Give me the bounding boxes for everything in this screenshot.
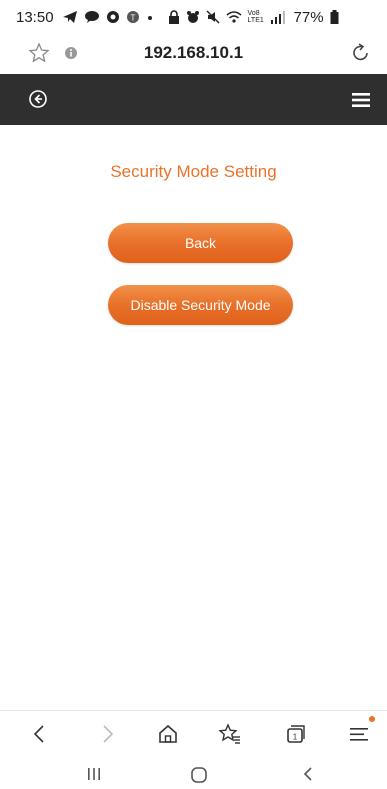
signal-icon <box>270 10 286 24</box>
android-home-icon[interactable] <box>190 766 208 789</box>
status-time: 13:50 <box>16 8 54 26</box>
menu-icon[interactable] <box>348 723 370 750</box>
notification-dot <box>369 716 375 722</box>
tabs-count: 1 <box>293 733 298 742</box>
status-bar: 13:50 T Vo8 LTE1 77% <box>0 0 387 34</box>
forward-icon[interactable] <box>97 723 117 750</box>
back-button[interactable]: Back <box>108 223 293 263</box>
url-text[interactable]: 192.168.10.1 <box>0 43 387 63</box>
recent-apps-icon[interactable] <box>86 766 102 787</box>
wifi-icon <box>226 10 242 24</box>
browser-toolbar: 1 <box>0 710 387 758</box>
telegram-icon <box>62 10 78 24</box>
alarm-icon <box>186 10 200 24</box>
svg-text:T: T <box>130 14 135 23</box>
home-icon[interactable] <box>156 723 180 750</box>
tabs-icon[interactable]: 1 <box>284 723 308 750</box>
mute-icon <box>206 10 220 24</box>
status-icons: T Vo8 LTE1 77% <box>62 9 339 26</box>
back-icon[interactable] <box>30 723 50 750</box>
page-title: Security Mode Setting <box>110 162 277 181</box>
dot-icon <box>146 10 154 24</box>
app-header <box>0 74 387 125</box>
android-nav-bar <box>0 758 387 789</box>
back-circle-icon[interactable] <box>28 89 48 114</box>
lock-icon <box>168 10 180 24</box>
address-bar: 192.168.10.1 <box>0 34 387 74</box>
message-icon <box>106 10 120 24</box>
battery-icon <box>330 10 339 24</box>
bookmarks-icon[interactable] <box>218 723 242 750</box>
network-label: Vo8 LTE1 <box>247 10 264 24</box>
android-back-icon[interactable] <box>301 766 315 787</box>
disable-security-mode-label: Disable Security Mode <box>130 297 271 313</box>
hamburger-menu-icon[interactable] <box>352 92 370 113</box>
chat-icon <box>84 10 100 24</box>
screen: 13:50 T Vo8 LTE1 77% 192.168.10.1 Securi… <box>0 0 387 789</box>
back-button-label: Back <box>184 235 217 251</box>
reload-icon[interactable] <box>350 42 372 69</box>
t-app-icon: T <box>126 10 140 24</box>
battery-percent: 77% <box>293 8 324 26</box>
disable-security-mode-button[interactable]: Disable Security Mode <box>108 285 293 325</box>
